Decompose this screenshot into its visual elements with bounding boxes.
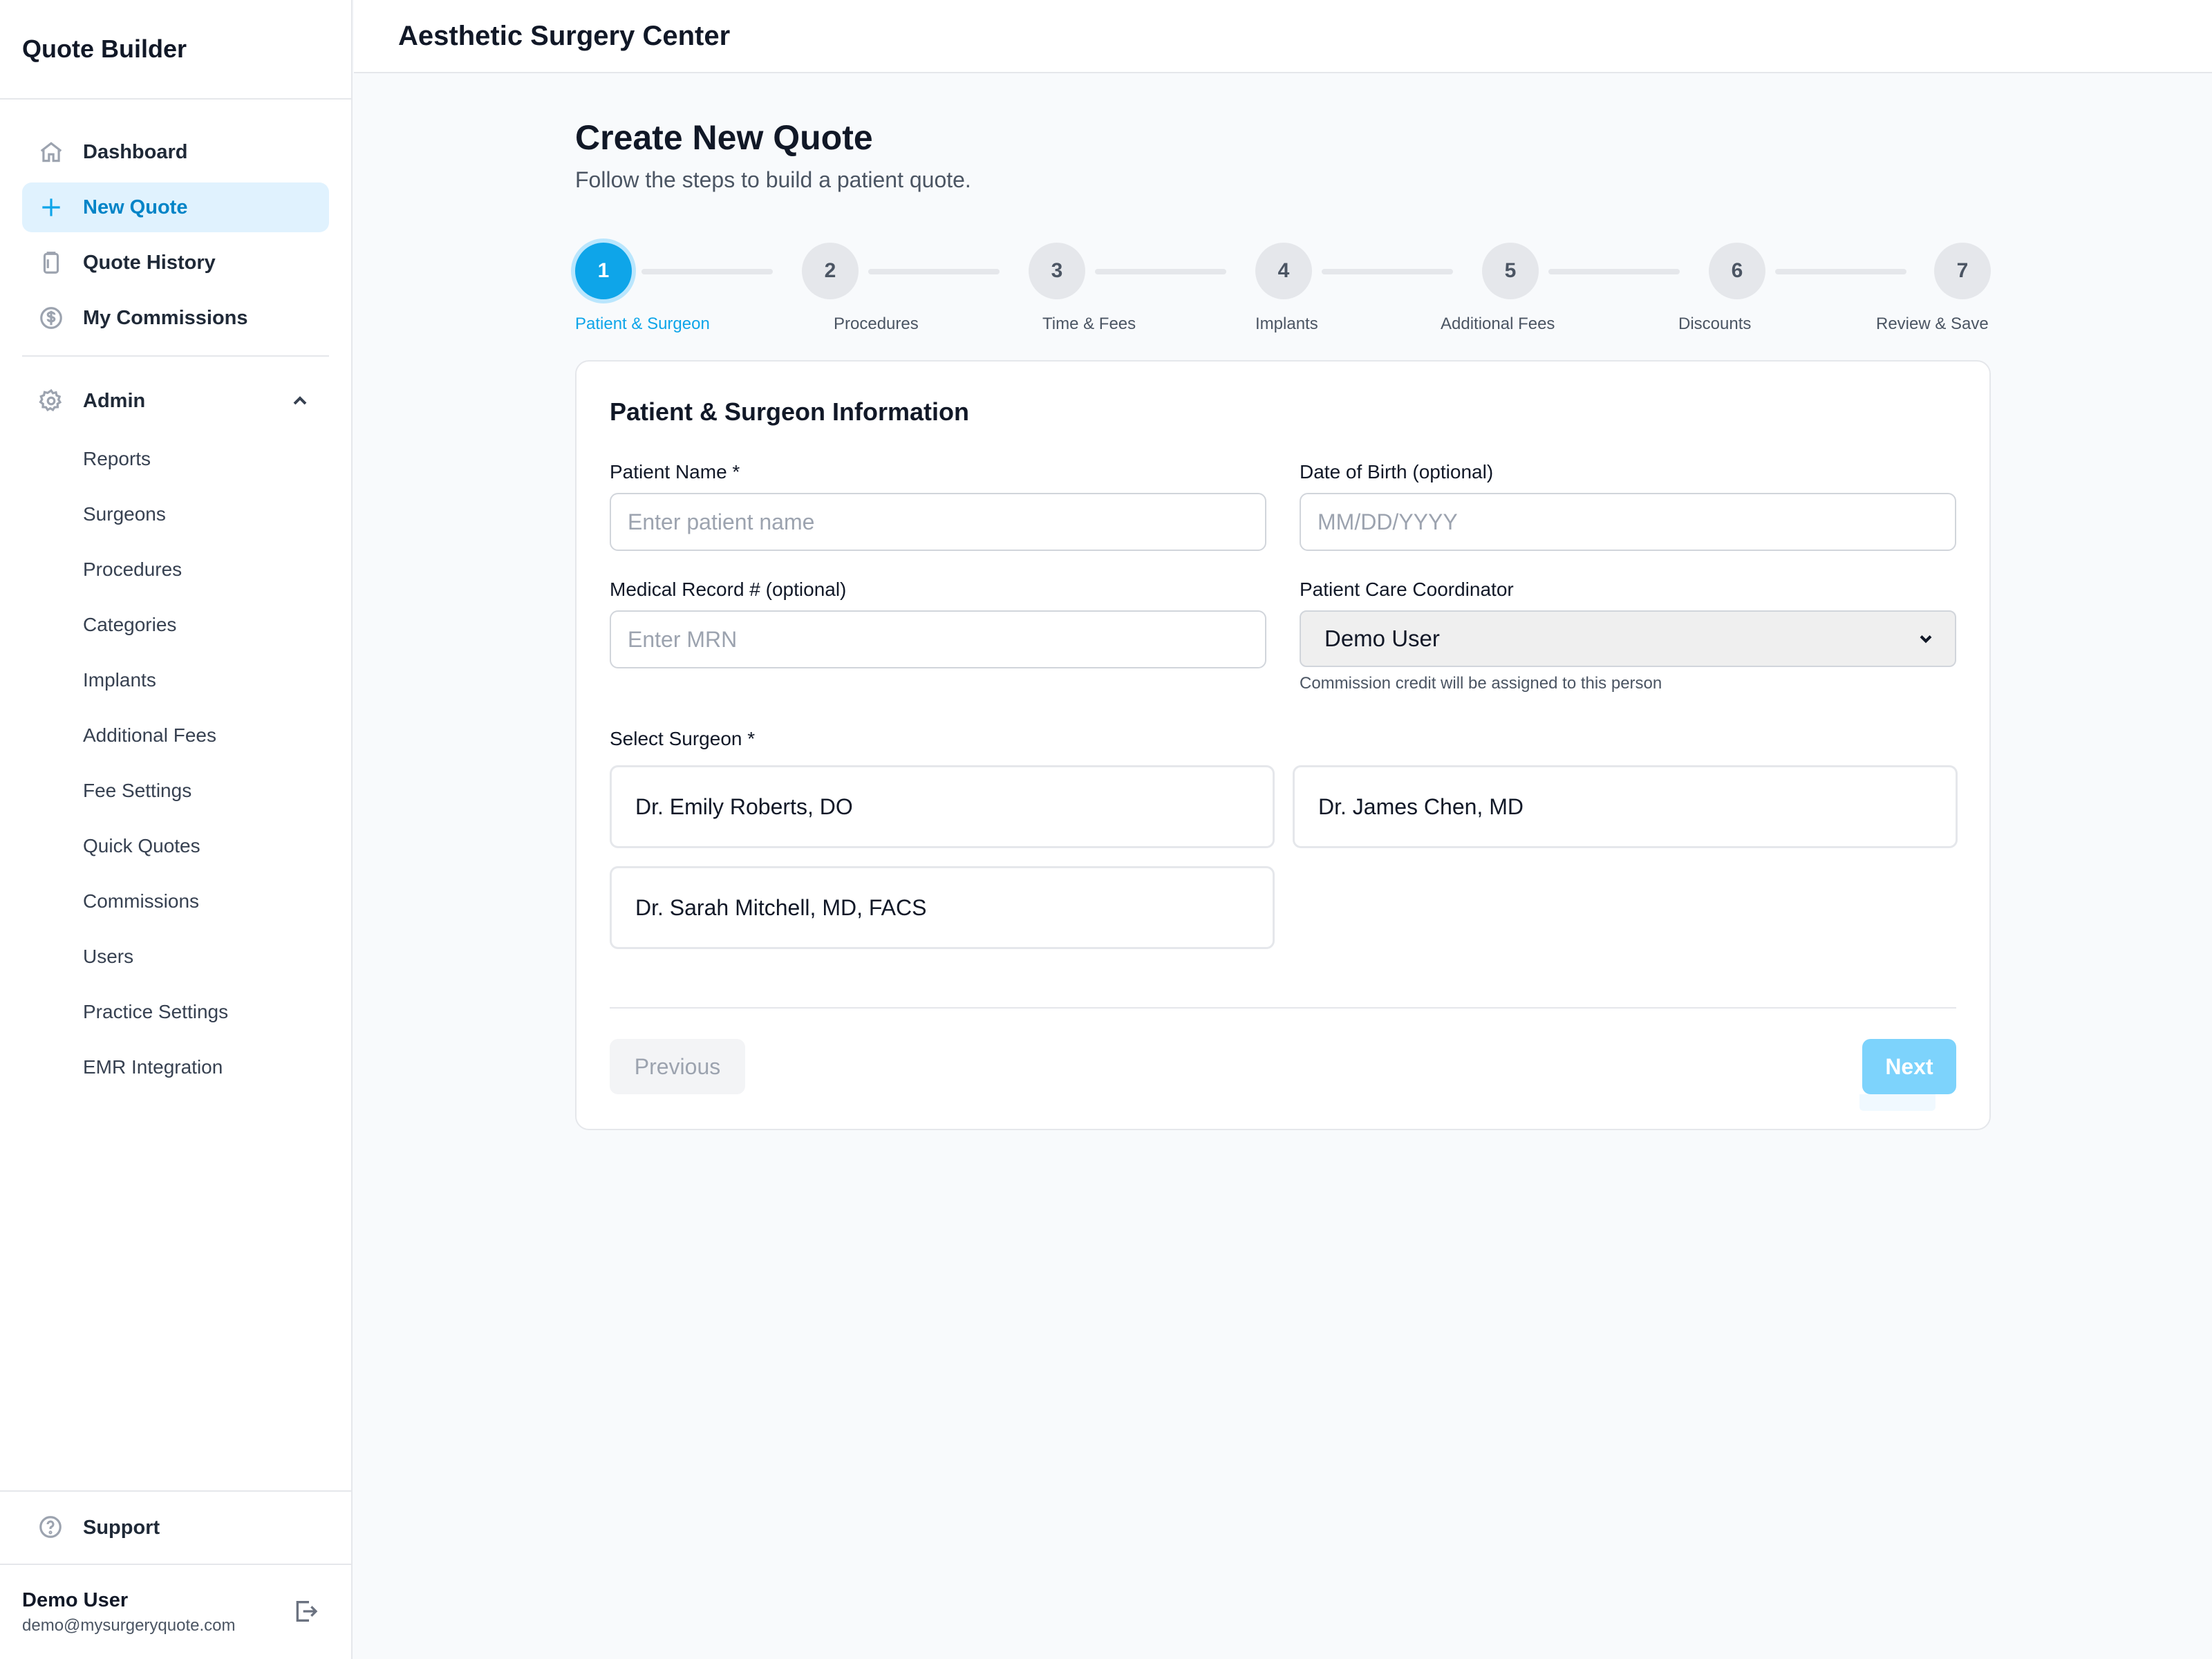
patient-name-field: Patient Name * [610,461,1266,551]
sidebar-subitem-procedures[interactable]: Procedures [22,542,329,597]
sidebar-item-label: New Quote [83,196,188,218]
step-connector [1775,269,1906,274]
sidebar-subitem-commissions[interactable]: Commissions [22,874,329,929]
dob-input[interactable] [1300,493,1956,551]
sidebar-item-quote-history[interactable]: Quote History [22,238,329,288]
help-circle-icon [37,1514,65,1541]
sidebar-subitem-surgeons[interactable]: Surgeons [22,487,329,542]
sidebar-item-label: Dashboard [83,140,188,163]
surgeon-label: Select Surgeon * [610,728,756,749]
step-4-circle[interactable]: 4 [1255,243,1312,299]
sidebar-item-label: Quote History [83,251,216,274]
coordinator-field: Patient Care Coordinator Demo User Commi… [1300,579,1956,693]
sidebar-subitem-implants[interactable]: Implants [22,653,329,708]
sidebar: Quote Builder Dashboard New Quote Quote … [0,0,353,1659]
surgeon-option[interactable]: Dr. Emily Roberts, DO [610,765,1275,848]
previous-button[interactable]: Previous [610,1039,745,1094]
step-5-circle[interactable]: 5 [1482,243,1539,299]
step-connector [868,269,1000,274]
step-connector [1322,269,1453,274]
app-title: Quote Builder [0,0,351,100]
sidebar-item-support[interactable]: Support [0,1490,351,1564]
mrn-label: Medical Record # (optional) [610,579,847,600]
step-4-label: Implants [1255,315,1318,333]
step-5-label: Additional Fees [1441,315,1555,333]
home-icon [37,138,65,166]
sidebar-item-label: Admin [83,389,146,412]
sidebar-item-label: My Commissions [83,306,248,329]
patient-name-label: Patient Name * [610,461,740,482]
card-divider [610,1007,1956,1009]
coordinator-hint: Commission credit will be assigned to th… [1300,674,1662,693]
mrn-input[interactable] [610,610,1266,668]
sidebar-item-dashboard[interactable]: Dashboard [22,127,329,177]
step-2-label: Procedures [834,315,919,333]
sidebar-subitem-practice-settings[interactable]: Practice Settings [22,984,329,1040]
sidebar-item-new-quote[interactable]: New Quote [22,182,329,232]
sidebar-subitem-users[interactable]: Users [22,929,329,984]
sidebar-subitem-reports[interactable]: Reports [22,431,329,487]
sidebar-nav: Dashboard New Quote Quote History My Com… [0,100,351,1095]
patient-surgeon-card: Patient & Surgeon Information Patient Na… [575,360,1991,1130]
surgeon-option[interactable]: Dr. Sarah Mitchell, MD, FACS [610,866,1275,949]
stepper: 1 2 3 4 5 6 7 Patient & Surgeon Procedur… [575,243,1991,333]
practice-name: Aesthetic Surgery Center [398,20,731,51]
page-subtitle: Follow the steps to build a patient quot… [575,167,971,192]
patient-name-input[interactable] [610,493,1266,551]
coordinator-selected-value: Demo User [1324,626,1440,651]
page-title: Create New Quote [575,118,873,157]
dob-field: Date of Birth (optional) [1300,461,1956,551]
step-2-circle[interactable]: 2 [802,243,859,299]
step-connector [1548,269,1680,274]
step-3-circle[interactable]: 3 [1029,243,1085,299]
mrn-field: Medical Record # (optional) [610,579,1266,693]
chevron-up-icon[interactable] [289,390,311,412]
surgeon-options: Dr. Emily Roberts, DO Dr. James Chen, MD… [610,765,1958,949]
dob-label: Date of Birth (optional) [1300,461,1494,482]
clipboard-icon [37,249,65,276]
step-1-circle[interactable]: 1 [575,243,632,299]
surgeon-option[interactable]: Dr. James Chen, MD [1293,765,1958,848]
gear-icon [37,387,65,415]
sidebar-subitem-quick-quotes[interactable]: Quick Quotes [22,818,329,874]
logout-icon[interactable] [292,1597,321,1627]
step-7-label: Review & Save [1876,315,1989,333]
step-7-circle[interactable]: 7 [1934,243,1991,299]
coordinator-select[interactable]: Demo User [1300,610,1956,667]
nav-divider [22,355,329,357]
next-button-shadow [1859,1094,1936,1111]
sidebar-item-label: Support [83,1516,160,1539]
top-header: Aesthetic Surgery Center [354,0,2212,73]
step-connector [1095,269,1226,274]
step-6-circle[interactable]: 6 [1709,243,1765,299]
sidebar-subitem-additional-fees[interactable]: Additional Fees [22,708,329,763]
sidebar-subitem-fee-settings[interactable]: Fee Settings [22,763,329,818]
user-email: demo@mysurgeryquote.com [22,1615,236,1635]
coordinator-label: Patient Care Coordinator [1300,579,1514,600]
sidebar-subitem-categories[interactable]: Categories [22,597,329,653]
sidebar-item-my-commissions[interactable]: My Commissions [22,293,329,343]
card-title: Patient & Surgeon Information [610,397,970,426]
step-3-label: Time & Fees [1042,315,1136,333]
sidebar-footer: Support Demo User demo@mysurgeryquote.co… [0,1490,351,1659]
user-info: Demo User demo@mysurgeryquote.com [22,1589,292,1635]
step-1-label: Patient & Surgeon [575,315,710,333]
dollar-circle-icon [37,304,65,332]
step-connector [641,269,773,274]
next-button[interactable]: Next [1862,1039,1956,1094]
user-name: Demo User [22,1588,129,1611]
plus-icon [37,194,65,221]
sidebar-subitem-emr-integration[interactable]: EMR Integration [22,1040,329,1095]
step-6-label: Discounts [1678,315,1752,333]
main-content: Create New Quote Follow the steps to bui… [575,73,1991,1130]
form-grid: Patient Name * Date of Birth (optional) … [610,461,1956,721]
chevron-down-icon [1920,635,1932,644]
sidebar-item-admin[interactable]: Admin [22,376,329,426]
user-profile: Demo User demo@mysurgeryquote.com [0,1564,351,1659]
